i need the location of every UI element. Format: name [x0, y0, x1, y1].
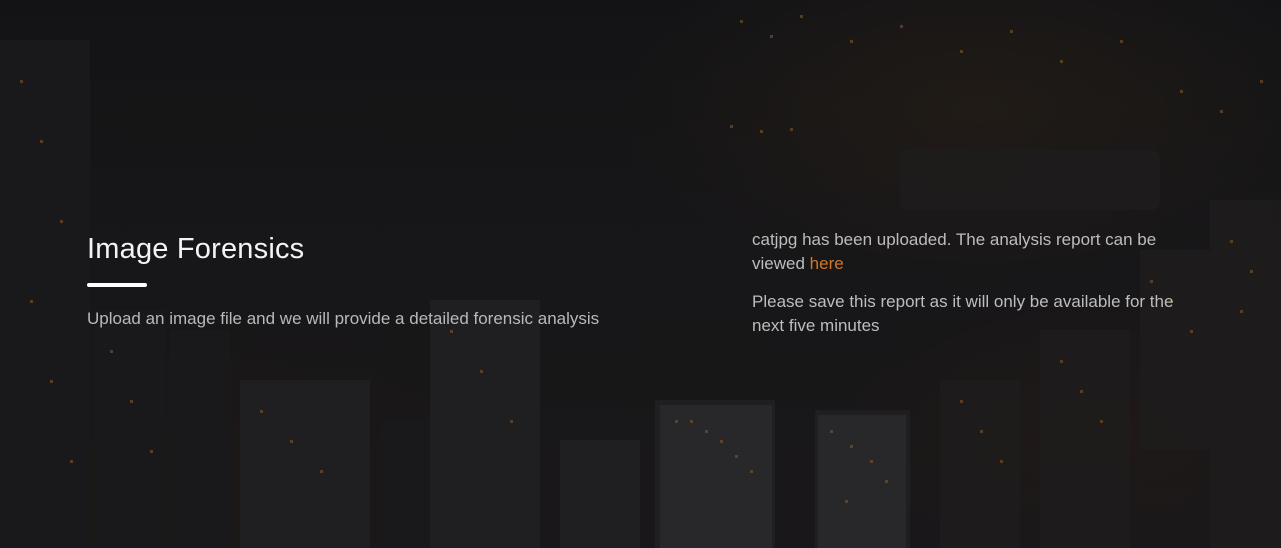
- intro-column: Image Forensics Upload an image file and…: [87, 230, 687, 331]
- upload-status-panel: catjpg has been uploaded. The analysis r…: [752, 228, 1192, 352]
- report-link[interactable]: here: [810, 254, 844, 273]
- page-subtitle: Upload an image file and we will provide…: [87, 309, 600, 328]
- availability-warning: Please save this report as it will only …: [752, 292, 1174, 335]
- upload-status-message: catjpg has been uploaded. The analysis r…: [752, 228, 1192, 276]
- page-title: Image Forensics: [87, 233, 305, 265]
- title-underline-divider: [87, 283, 147, 287]
- hero-section: Image Forensics Upload an image file and…: [0, 0, 1281, 548]
